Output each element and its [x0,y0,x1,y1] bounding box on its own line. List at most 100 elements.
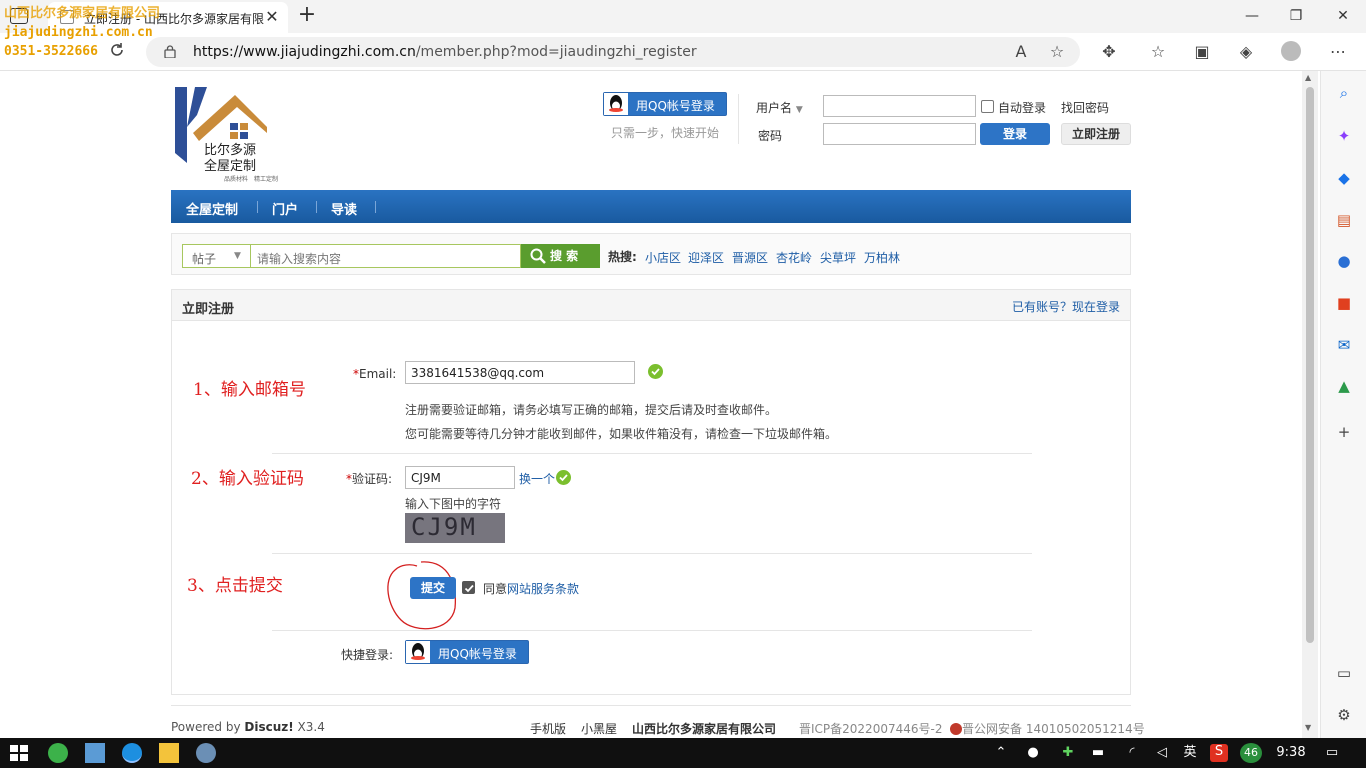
search-placeholder: 请输入搜索内容 [257,252,342,266]
favorites-icon[interactable]: ☆ [1147,41,1169,63]
auto-login-checkbox[interactable] [981,100,994,113]
footer-link-blackroom[interactable]: 小黑屋 [581,720,617,737]
file-explorer-icon[interactable] [159,743,179,763]
hot-link[interactable]: 尖草坪 [820,249,856,266]
tools-icon[interactable]: ▤ [1334,210,1354,230]
captcha-image[interactable]: CJ9M [405,513,505,543]
captcha-field[interactable]: CJ9M [405,466,515,489]
footer-link-company[interactable]: 山西比尔多源家居有限公司 [632,720,776,737]
network-icon[interactable]: ▬ [1090,745,1106,761]
nav-item-custom[interactable]: 全屋定制 [186,199,238,218]
row-divider [272,630,1032,631]
footer-police[interactable]: 晋公网安备 14010502051214号 [950,720,1145,737]
nav-separator [316,201,317,213]
search-type-select[interactable]: 帖子 ▼ [182,244,252,268]
hot-link[interactable]: 杏花岭 [776,249,812,266]
window-minimize-button[interactable]: — [1240,4,1264,28]
username-label[interactable]: 用户名 ▼ [756,99,803,116]
watermark-company: 山西比尔多源家居有限公司 [4,6,161,21]
search-bar: 帖子 ▼ 请输入搜索内容 搜 索 热搜: 小店区 迎泽区 晋源区 杏花岭 尖草坪… [171,233,1131,275]
terms-link[interactable]: 网站服务条款 [507,582,579,596]
hot-link[interactable]: 迎泽区 [688,249,724,266]
hot-link[interactable]: 晋源区 [732,249,768,266]
footer-icp[interactable]: 晋ICP备2022007446号-2 [799,720,942,737]
profile-avatar-icon[interactable] [1281,41,1303,63]
register-panel-header: 立即注册 已有账号？现在登录 [172,290,1130,321]
search-icon[interactable]: ⌕ [1334,83,1354,103]
read-aloud-icon[interactable]: A [1010,41,1032,63]
app-icon[interactable] [196,743,216,763]
search-button-label: 搜 索 [550,249,579,263]
address-url[interactable]: https://www.jiajudingzhi.com.cn/member.p… [193,44,697,60]
notifications-icon[interactable]: ▭ [1323,745,1341,761]
shopping-tag-icon[interactable]: ◆ [1334,168,1354,188]
settings-more-icon[interactable]: ⋯ [1327,41,1349,63]
watermark-domain: jiajudingzhi.com.cn [4,25,153,40]
page-scrollbar[interactable]: ▲ ▼ [1302,71,1318,738]
submit-button[interactable]: 提交 [410,577,456,599]
search-button[interactable]: 搜 索 [521,244,600,268]
notepad-icon[interactable] [85,743,105,763]
hot-link[interactable]: 万柏林 [864,249,900,266]
annotation-step3: 3、点击提交 [187,576,283,596]
login-button[interactable]: 登录 [980,123,1050,145]
games-icon[interactable]: ● [1334,251,1354,271]
volume-icon[interactable]: ◁ [1154,745,1170,761]
address-bar[interactable]: https://www.jiajudingzhi.com.cn/member.p… [146,37,1080,67]
window-close-button[interactable]: ✕ [1331,4,1355,28]
browser-essentials-icon[interactable]: ◈ [1235,41,1257,63]
gear-icon[interactable]: ⚙ [1334,705,1354,725]
scrollbar-thumb[interactable] [1306,87,1314,643]
app-icon[interactable] [48,743,68,763]
existing-account-login-link[interactable]: 已有账号？现在登录 [1012,298,1120,315]
add-icon[interactable]: + [1334,422,1354,442]
auto-login-label[interactable]: 自动登录 [998,99,1046,116]
sogou-icon[interactable]: S [1210,744,1228,762]
outlook-icon[interactable]: ✉ [1334,335,1354,355]
nav-item-portal[interactable]: 门户 [272,199,298,218]
tray-expand-icon[interactable]: ⌃ [994,745,1008,761]
copilot-icon[interactable]: ✦ [1334,126,1354,146]
windows-start-icon[interactable] [9,743,29,763]
tree-icon[interactable]: ▲ [1334,376,1354,396]
tab-close-icon[interactable]: ✕ [262,7,282,27]
qq-tray-icon[interactable]: ● [1026,745,1040,761]
username-input[interactable] [823,95,976,117]
quick-login-label: 快捷登录: [341,648,394,662]
tray-badge[interactable]: 46 [1240,743,1262,763]
agree-terms-checkbox[interactable] [462,581,475,594]
footer-link-mobile[interactable]: 手机版 [530,720,566,737]
page-footer: Powered by Discuz! X3.4 手机版 小黑屋 山西比尔多源家居… [171,705,1145,738]
nav-item-guide[interactable]: 导读 [331,199,357,218]
edge-icon[interactable] [122,743,142,763]
find-password-link[interactable]: 找回密码 [1061,99,1109,116]
qq-login-button[interactable]: 用QQ帐号登录 [603,92,727,116]
wifi-icon[interactable]: ◜ [1124,745,1140,761]
windows-taskbar: ⌃ ● ✚ ▬ ◜ ◁ 英 S 46 9:38 ▭ [0,738,1366,768]
quick-qq-login-button[interactable]: 用QQ帐号登录 [405,640,529,664]
split-screen-icon[interactable]: ▭ [1334,663,1354,683]
extensions-icon[interactable]: ✥ [1098,41,1120,63]
collections-icon[interactable]: ▣ [1191,41,1213,63]
search-type-label: 帖子 [192,252,217,266]
scroll-up-arrow-icon[interactable]: ▲ [1305,73,1311,82]
email-field[interactable]: 3381641538@qq.com [405,361,635,384]
clock[interactable]: 9:38 [1276,745,1306,761]
tray-app-icon[interactable]: ✚ [1060,745,1076,761]
site-logo[interactable]: 比尔多源 全屋定制 品质材料 精工定制 [175,87,278,183]
ime-indicator[interactable]: 英 [1182,745,1198,761]
watermark-phone: 0351-3522666 [4,44,98,59]
office-icon[interactable]: ■ [1334,293,1354,313]
discuz-link[interactable]: Discuz! [244,720,293,734]
captcha-refresh-link[interactable]: 换一个 [519,470,555,487]
search-input[interactable]: 请输入搜索内容 [250,244,521,268]
new-tab-button[interactable]: + [296,4,318,28]
register-now-button[interactable]: 立即注册 [1061,123,1131,145]
hot-link[interactable]: 小店区 [645,249,681,266]
window-maximize-button[interactable]: ❐ [1284,4,1308,28]
email-hint-1: 注册需要验证邮箱，请务必填写正确的邮箱，提交后请及时查收邮件。 [405,403,778,417]
email-valid-check-icon [648,364,663,379]
add-favorite-icon[interactable]: ☆ [1046,41,1068,63]
scroll-down-arrow-icon[interactable]: ▼ [1305,723,1311,732]
password-input[interactable] [823,123,976,145]
